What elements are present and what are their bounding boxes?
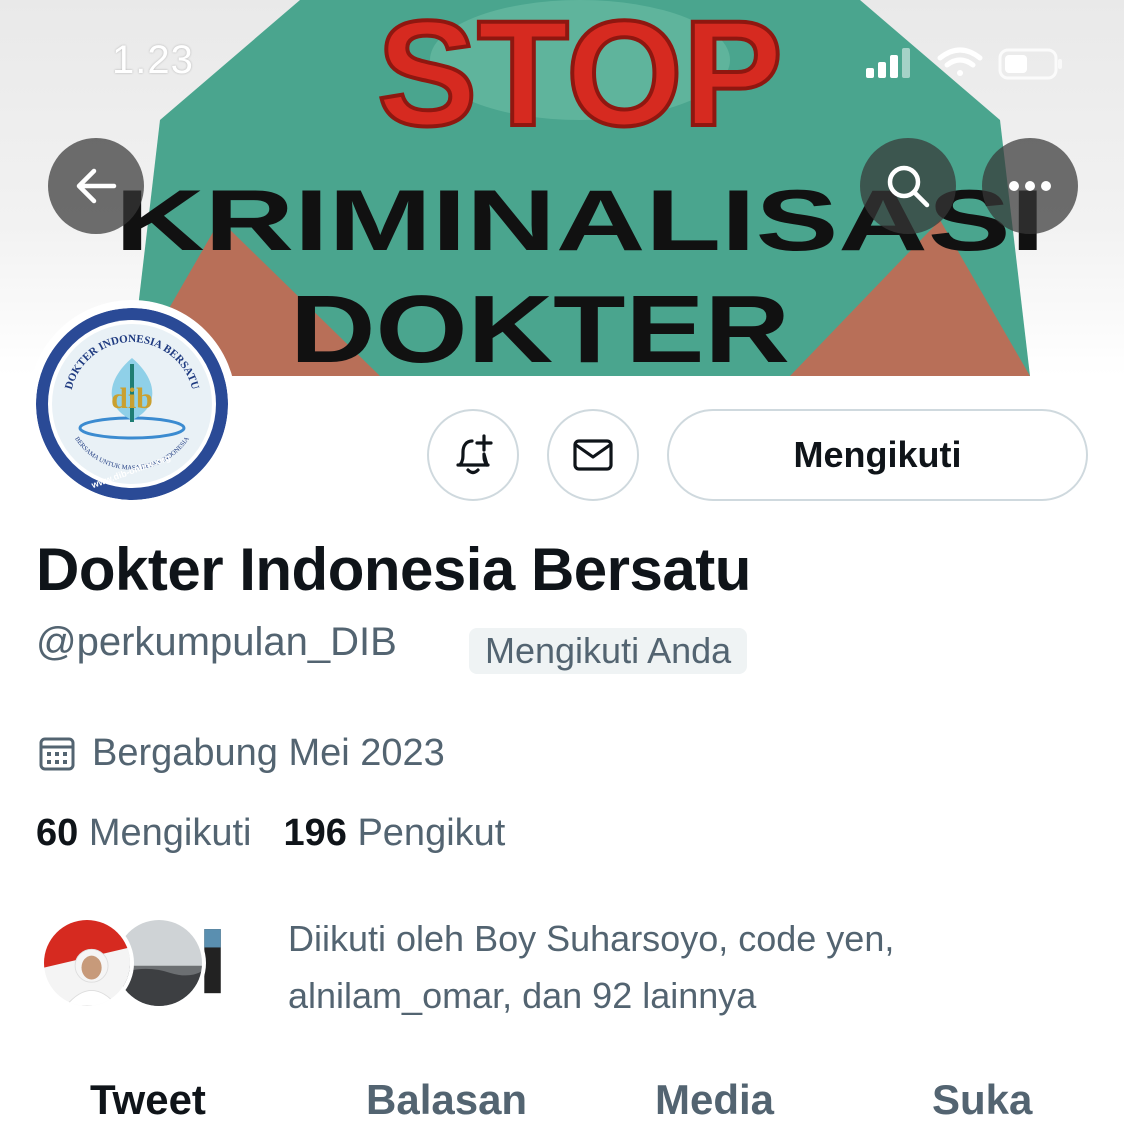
tab-replies[interactable]: Balasan: [366, 1076, 527, 1124]
battery-icon: [998, 48, 1062, 80]
follow-stats: 60 Mengikuti 196 Pengikut: [36, 812, 505, 855]
status-bar: 1.23: [0, 0, 1124, 120]
join-date: Bergabung Mei 2023: [38, 728, 445, 778]
follows-you-badge: Mengikuti Anda: [469, 628, 748, 674]
status-time: 1.23: [112, 38, 194, 82]
following-label: Mengikuti: [88, 812, 252, 854]
more-horizontal-icon: [1009, 181, 1051, 191]
signal-icon: [866, 48, 910, 78]
back-button[interactable]: [48, 138, 144, 234]
status-icons: [866, 47, 1062, 80]
avatar-monogram: dib: [111, 382, 153, 415]
following-link[interactable]: 60 Mengikuti: [36, 812, 251, 855]
banner-line-3: DOKTER: [290, 276, 790, 376]
notifications-button[interactable]: [427, 409, 519, 501]
following-count: 60: [36, 812, 79, 854]
tab-likes[interactable]: Suka: [932, 1076, 1032, 1124]
profile-avatar[interactable]: DOKTER INDONESIA BERSATU BERSAMA UNTUK M…: [28, 300, 236, 508]
followers-link[interactable]: 196 Pengikut: [283, 812, 505, 855]
message-button[interactable]: [547, 409, 639, 501]
followed-by-text: Diikuti oleh Boy Suharsoyo, code yen, al…: [288, 918, 895, 1016]
more-options-button[interactable]: [982, 138, 1078, 234]
join-date-text: Bergabung Mei 2023: [92, 731, 445, 774]
followed-by[interactable]: Diikuti oleh Boy Suharsoyo, code yen, al…: [40, 910, 1100, 1020]
bell-plus-icon: [456, 434, 493, 475]
profile-name: Dokter Indonesia Bersatu: [36, 536, 751, 603]
search-button[interactable]: [860, 138, 956, 234]
tab-media[interactable]: Media: [655, 1076, 774, 1124]
envelope-icon: [573, 439, 613, 471]
tab-tweets[interactable]: Tweet: [90, 1076, 206, 1124]
wifi-icon: [937, 47, 983, 76]
search-icon: [887, 165, 930, 208]
profile-handle: @perkumpulan_DIB: [36, 620, 397, 664]
followers-count: 196: [283, 812, 347, 854]
calendar-icon: [39, 737, 75, 771]
following-button[interactable]: Mengikuti: [667, 409, 1088, 501]
followers-label: Pengikut: [357, 812, 506, 854]
follower-avatar: [40, 916, 134, 1010]
avatar-logo: DOKTER INDONESIA BERSATU BERSAMA UNTUK M…: [36, 308, 228, 500]
arrow-left-icon: [76, 168, 117, 204]
profile-tabs: Tweet Balasan Media Suka: [0, 1060, 1124, 1141]
